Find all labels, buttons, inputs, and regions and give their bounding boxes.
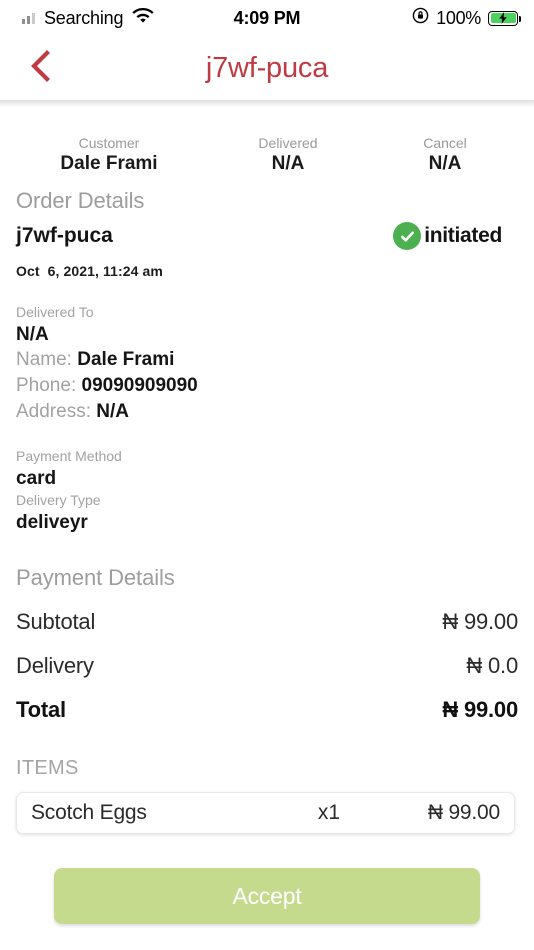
order-details-title: Order Details [16,188,145,213]
payment-method-label: Payment Method [16,448,122,464]
list-item: Scotch Eggs x1 ₦ 99.00 [16,792,515,834]
battery-charging-icon [488,10,521,26]
delivered-to-block: Delivered To N/A Name: Dale Frami Phone:… [16,303,518,425]
delivered-to-address-value: N/A [96,401,129,422]
order-summary-row: Customer Dale Frami Delivered N/A Cancel… [0,134,534,180]
order-id-row: j7wf-puca initiated [16,222,518,258]
status-bar: Searching 4:09 PM 100% [0,0,534,36]
delivered-to-name-row: Name: Dale Frami [16,347,518,373]
payment-details-title: Payment Details [16,565,175,590]
payment-row-total-label: Total [16,697,66,722]
summary-delivered-label: Delivered [258,135,318,151]
items-title: ITEMS [16,757,79,779]
delivered-to-phone-row: Phone: 09090909090 [16,373,518,399]
delivery-type-value: deliveyr [16,512,88,533]
delivered-to-label: Delivered To [16,304,94,320]
status-bar-right: 100% [412,7,521,29]
delivered-to-name-label: Name: [16,349,72,370]
rotation-lock-icon [412,7,429,29]
navigation-bar: j7wf-puca [0,36,534,100]
order-date: Oct 6, 2021, 11:24 am [16,263,163,279]
summary-delivered: Delivered N/A [208,134,368,176]
payment-row-total: Total ₦ 99.00 [16,697,518,723]
payment-method-value: card [16,468,57,489]
summary-customer: Customer Dale Frami [24,134,194,176]
delivered-to-value: N/A [16,324,49,345]
summary-customer-value: Dale Frami [60,153,158,174]
order-content: Order Details j7wf-puca initiated Oct 6,… [0,188,534,834]
status-badge: initiated [393,222,502,250]
summary-cancel-label: Cancel [423,135,467,151]
items-block: ITEMS Scotch Eggs x1 ₦ 99.00 [16,757,518,834]
item-name: Scotch Eggs [31,801,147,824]
payment-row-delivery-label: Delivery [16,653,94,678]
delivered-to-phone-value: 09090909090 [81,375,198,396]
payment-info-block: Payment Method card Delivery Type delive… [16,447,518,535]
delivered-to-phone-label: Phone: [16,375,77,396]
check-circle-icon [393,222,422,250]
payment-row-delivery: Delivery ₦ 0.0 [16,653,518,679]
header-divider [0,100,534,107]
payment-row-total-amount: ₦ 99.00 [442,697,518,722]
status-badge-label: initiated [424,224,502,247]
accept-button[interactable]: Accept [54,868,480,924]
delivered-to-address-label: Address: [16,401,91,422]
delivery-type-label: Delivery Type [16,492,101,508]
payment-row-delivery-amount: ₦ 0.0 [466,653,518,678]
delivered-to-address-row: Address: N/A [16,399,518,425]
delivered-to-name-value: Dale Frami [77,349,175,370]
summary-customer-label: Customer [78,135,140,151]
page-title: j7wf-puca [205,51,329,84]
battery-percent-label: 100% [436,7,481,28]
order-detail-screen: Searching 4:09 PM 100% j7wf-puca Custome… [0,0,534,950]
summary-cancel: Cancel N/A [368,134,522,176]
order-id-value: j7wf-puca [16,224,113,247]
summary-delivered-value: N/A [271,153,305,174]
item-price: ₦ 99.00 [427,801,500,824]
payment-details-block: Payment Details Subtotal ₦ 99.00 Deliver… [16,565,518,723]
payment-row-subtotal: Subtotal ₦ 99.00 [16,609,518,635]
item-quantity: x1 [317,801,341,824]
payment-row-subtotal-amount: ₦ 99.00 [442,609,518,634]
payment-row-subtotal-label: Subtotal [16,609,96,634]
summary-cancel-value: N/A [428,153,462,174]
